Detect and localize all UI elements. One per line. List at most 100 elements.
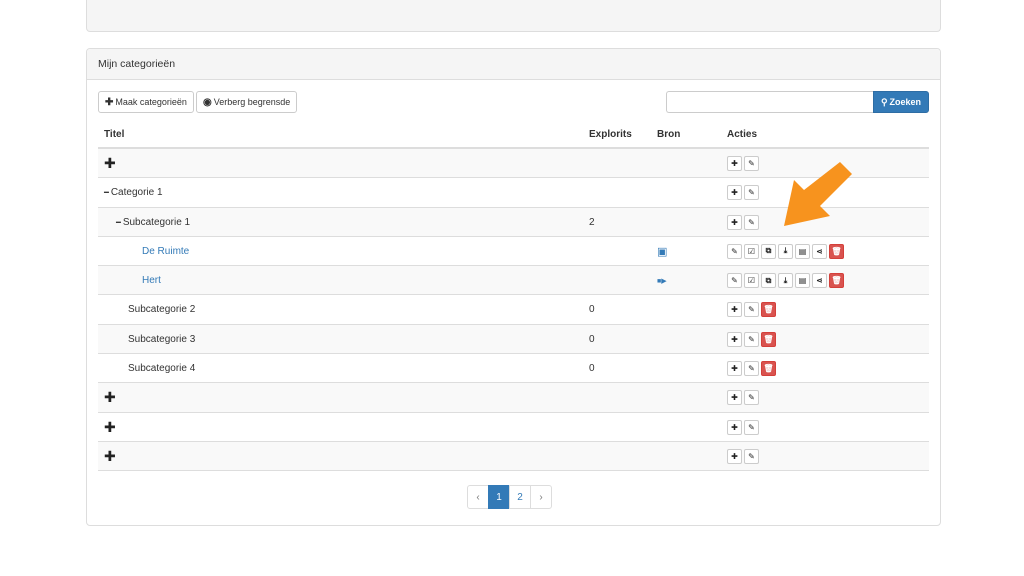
expand-plus-icon[interactable]: ✚ [104, 448, 116, 465]
item-link[interactable]: De Ruimte [142, 246, 189, 257]
panel-heading: Mijn categorieën [87, 49, 940, 80]
download-icon[interactable]: ⤓ [778, 243, 793, 259]
page-2[interactable]: 2 [509, 485, 531, 509]
expand-plus-icon[interactable]: ✚ [104, 389, 116, 406]
search-input[interactable] [666, 91, 873, 113]
bron-cell: ■▶ [657, 266, 667, 295]
trash-icon[interactable]: 🗑 [761, 331, 776, 347]
top-panel [86, 0, 941, 32]
categories-panel: Mijn categorieën ✚ Maak categorieën ◉ Ve… [86, 48, 941, 526]
item-link[interactable]: Hert [142, 275, 161, 286]
expand-plus-icon[interactable]: ✚ [104, 155, 116, 172]
pencil-icon[interactable]: ✎ [744, 331, 759, 347]
copy-icon[interactable]: ⧉ [761, 243, 776, 259]
plus-icon[interactable]: ✚ [727, 214, 742, 230]
table-row: Hert ■▶ ✎ ☑ ⧉ ⤓ ▤ ⋖ 🗑 [98, 266, 929, 296]
trash-icon[interactable]: 🗑 [829, 273, 844, 289]
expand-plus-icon[interactable]: ✚ [104, 419, 116, 436]
table-row: ✚ ✚ ✎ [98, 441, 929, 472]
row-title-cell: Subcategorie 3 [128, 325, 195, 354]
explorits-count: 2 [589, 216, 595, 228]
explorits-count: 0 [589, 304, 595, 316]
category-label: Subcategorie 4 [128, 363, 196, 375]
plus-icon[interactable]: ✚ [727, 156, 742, 171]
plus-icon[interactable]: ✚ [727, 448, 742, 464]
table-row: Subcategorie 3 0 ✚ ✎ 🗑 [98, 324, 929, 355]
create-category-button[interactable]: ✚ Maak categorieën [98, 91, 194, 113]
table-row: ✚ ✚ ✎ [98, 413, 929, 442]
share-icon[interactable]: ⋖ [812, 243, 827, 259]
actions-cell: ✚ ✎ 🗑 [727, 295, 776, 324]
plus-icon[interactable]: ✚ [727, 390, 742, 406]
pencil-icon[interactable]: ✎ [744, 302, 759, 318]
row-title-cell: ✚ [104, 442, 116, 471]
pencil-icon[interactable]: ✎ [744, 214, 759, 230]
file-icon[interactable]: ▤ [795, 273, 810, 289]
table-row: Subcategorie 4 0 ✚ ✎ 🗑 [98, 354, 929, 384]
row-title-cell: Subcategorie 4 [128, 354, 195, 383]
row-title-cell: ━ Subcategorie 1 [116, 208, 190, 237]
pencil-icon[interactable]: ✎ [744, 361, 759, 377]
actions-cell: ✚ ✎ [727, 178, 759, 207]
page-1[interactable]: 1 [488, 485, 510, 509]
pencil-icon[interactable]: ✎ [744, 185, 759, 201]
plus-icon[interactable]: ✚ [727, 302, 742, 318]
download-icon[interactable]: ⤓ [778, 273, 793, 289]
search-button[interactable]: ⚲ Zoeken [873, 91, 929, 113]
row-title-cell: De Ruimte [142, 237, 189, 266]
category-label: Subcategorie 2 [128, 304, 196, 316]
pencil-icon[interactable]: ✎ [744, 390, 759, 406]
create-category-label: Maak categorieën [115, 97, 187, 107]
table-row: ✚ ✚ ✎ [98, 383, 929, 413]
row-title-cell: ✚ [104, 383, 116, 412]
check-icon[interactable]: ☑ [744, 243, 759, 259]
pencil-icon[interactable]: ✎ [744, 448, 759, 464]
share-icon[interactable]: ⋖ [812, 273, 827, 289]
file-icon[interactable]: ▤ [795, 243, 810, 259]
pencil-icon[interactable]: ✎ [744, 156, 759, 171]
copy-icon[interactable]: ⧉ [761, 273, 776, 289]
plus-icon[interactable]: ✚ [727, 331, 742, 347]
collapse-minus-icon[interactable]: ━ [116, 218, 121, 227]
trash-icon[interactable]: 🗑 [761, 302, 776, 318]
search-icon: ⚲ [880, 96, 888, 107]
pencil-icon[interactable]: ✎ [727, 273, 742, 289]
check-icon[interactable]: ☑ [744, 273, 759, 289]
hide-restricted-button[interactable]: ◉ Verberg begrensde [196, 91, 298, 113]
row-title-cell: ✚ [104, 413, 116, 442]
row-title-cell: Hert [142, 266, 161, 295]
column-title: Titel [104, 129, 125, 140]
page-prev[interactable]: ‹ [467, 485, 489, 509]
actions-cell: ✚ ✎ [727, 442, 759, 471]
video-icon: ■▶ [657, 277, 667, 285]
row-title-cell: ✚ [104, 149, 116, 178]
category-label: Subcategorie 3 [128, 333, 196, 345]
trash-icon[interactable]: 🗑 [761, 361, 776, 377]
plus-icon[interactable]: ✚ [727, 361, 742, 377]
plus-icon: ✚ [105, 96, 114, 108]
pencil-icon[interactable]: ✎ [744, 419, 759, 435]
search-label: Zoeken [889, 97, 922, 107]
category-label: Subcategorie 1 [122, 216, 191, 228]
explorits-count: 0 [589, 333, 595, 345]
actions-cell: ✚ ✎ [727, 383, 759, 412]
explorits-count: 0 [589, 363, 595, 375]
actions-cell: ✚ ✎ 🗑 [727, 325, 776, 354]
actions-cell: ✎ ☑ ⧉ ⤓ ▤ ⋖ 🗑 [727, 237, 844, 266]
actions-cell: ✚ ✎ 🗑 [727, 354, 776, 383]
category-label: Categorie 1 [110, 187, 163, 199]
table-header: Titel Explorits Bron Acties [98, 121, 929, 149]
trash-icon[interactable]: 🗑 [829, 243, 844, 259]
pencil-icon[interactable]: ✎ [727, 243, 742, 259]
plus-icon[interactable]: ✚ [727, 185, 742, 201]
actions-cell: ✚ ✎ [727, 413, 759, 442]
page-next[interactable]: › [530, 485, 552, 509]
collapse-minus-icon[interactable]: ━ [104, 188, 109, 197]
column-acties: Acties [727, 129, 758, 140]
hide-restricted-label: Verberg begrensde [213, 97, 291, 107]
plus-icon[interactable]: ✚ [727, 419, 742, 435]
search-group: ⚲ Zoeken [666, 91, 929, 113]
actions-cell: ✚ ✎ [727, 208, 759, 237]
toolbar: ✚ Maak categorieën ◉ Verberg begrensde ⚲… [98, 91, 929, 113]
table-row: Subcategorie 2 0 ✚ ✎ 🗑 [98, 295, 929, 325]
